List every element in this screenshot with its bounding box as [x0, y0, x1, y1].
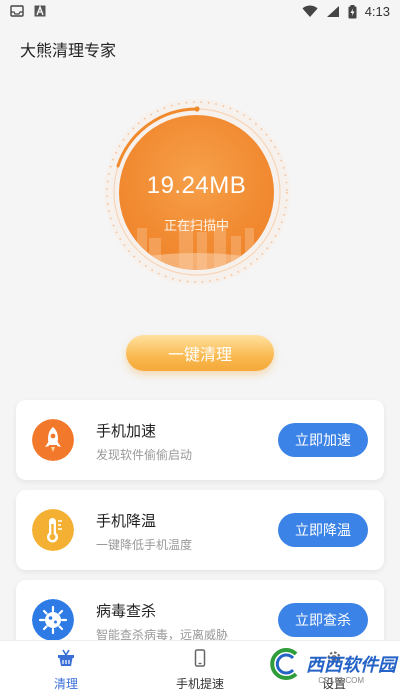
phone-icon [194, 649, 206, 667]
app-title: 大熊清理专家 [20, 41, 117, 60]
scan-ring: 19.24MB 正在扫描中 [100, 94, 300, 294]
scan-circle: 19.24MB 正在扫描中 [119, 115, 274, 270]
rocket-icon [32, 419, 74, 461]
speedup-now-button[interactable]: 立即加速 [278, 423, 368, 457]
card-title: 手机加速 [96, 422, 157, 440]
tab-label: 手机提速 [175, 677, 224, 691]
one-click-clean-button[interactable]: 一键清理 [126, 335, 274, 371]
card-phone-speedup: 手机加速 发现软件偷偷启动 立即加速 [16, 400, 384, 480]
card-description: 一键降低手机温度 [96, 538, 193, 552]
watermark-subtext: CR173.COM [318, 676, 364, 685]
card-phone-cooldown: 手机降温 一键降低手机温度 立即降温 [16, 490, 384, 570]
card-title: 病毒查杀 [96, 602, 157, 620]
virus-scan-now-button[interactable]: 立即查杀 [278, 603, 368, 637]
tab-clean[interactable]: 清理 [26, 649, 106, 692]
virus-icon [32, 599, 74, 641]
scan-status-text: 正在扫描中 [163, 219, 229, 234]
inbox-icon [10, 5, 24, 17]
status-bar: 4:13 [0, 0, 400, 26]
basket-icon [58, 649, 74, 666]
clock: 4:13 [364, 4, 390, 19]
watermark-text: 西西软件园 [306, 655, 396, 676]
card-title: 手机降温 [96, 512, 157, 530]
wifi-icon [302, 5, 318, 17]
card-description: 发现软件偷偷启动 [96, 448, 193, 462]
signal-icon [326, 6, 339, 17]
tab-label: 清理 [53, 677, 78, 691]
watermark-logo [270, 648, 298, 680]
cooldown-now-button[interactable]: 立即降温 [278, 513, 368, 547]
tab-phone-speedup[interactable]: 手机提速 [160, 649, 240, 692]
a-icon [34, 5, 46, 17]
battery-icon [348, 4, 357, 18]
thermometer-icon [32, 509, 74, 551]
scan-size-value: 19.24MB [146, 172, 247, 199]
